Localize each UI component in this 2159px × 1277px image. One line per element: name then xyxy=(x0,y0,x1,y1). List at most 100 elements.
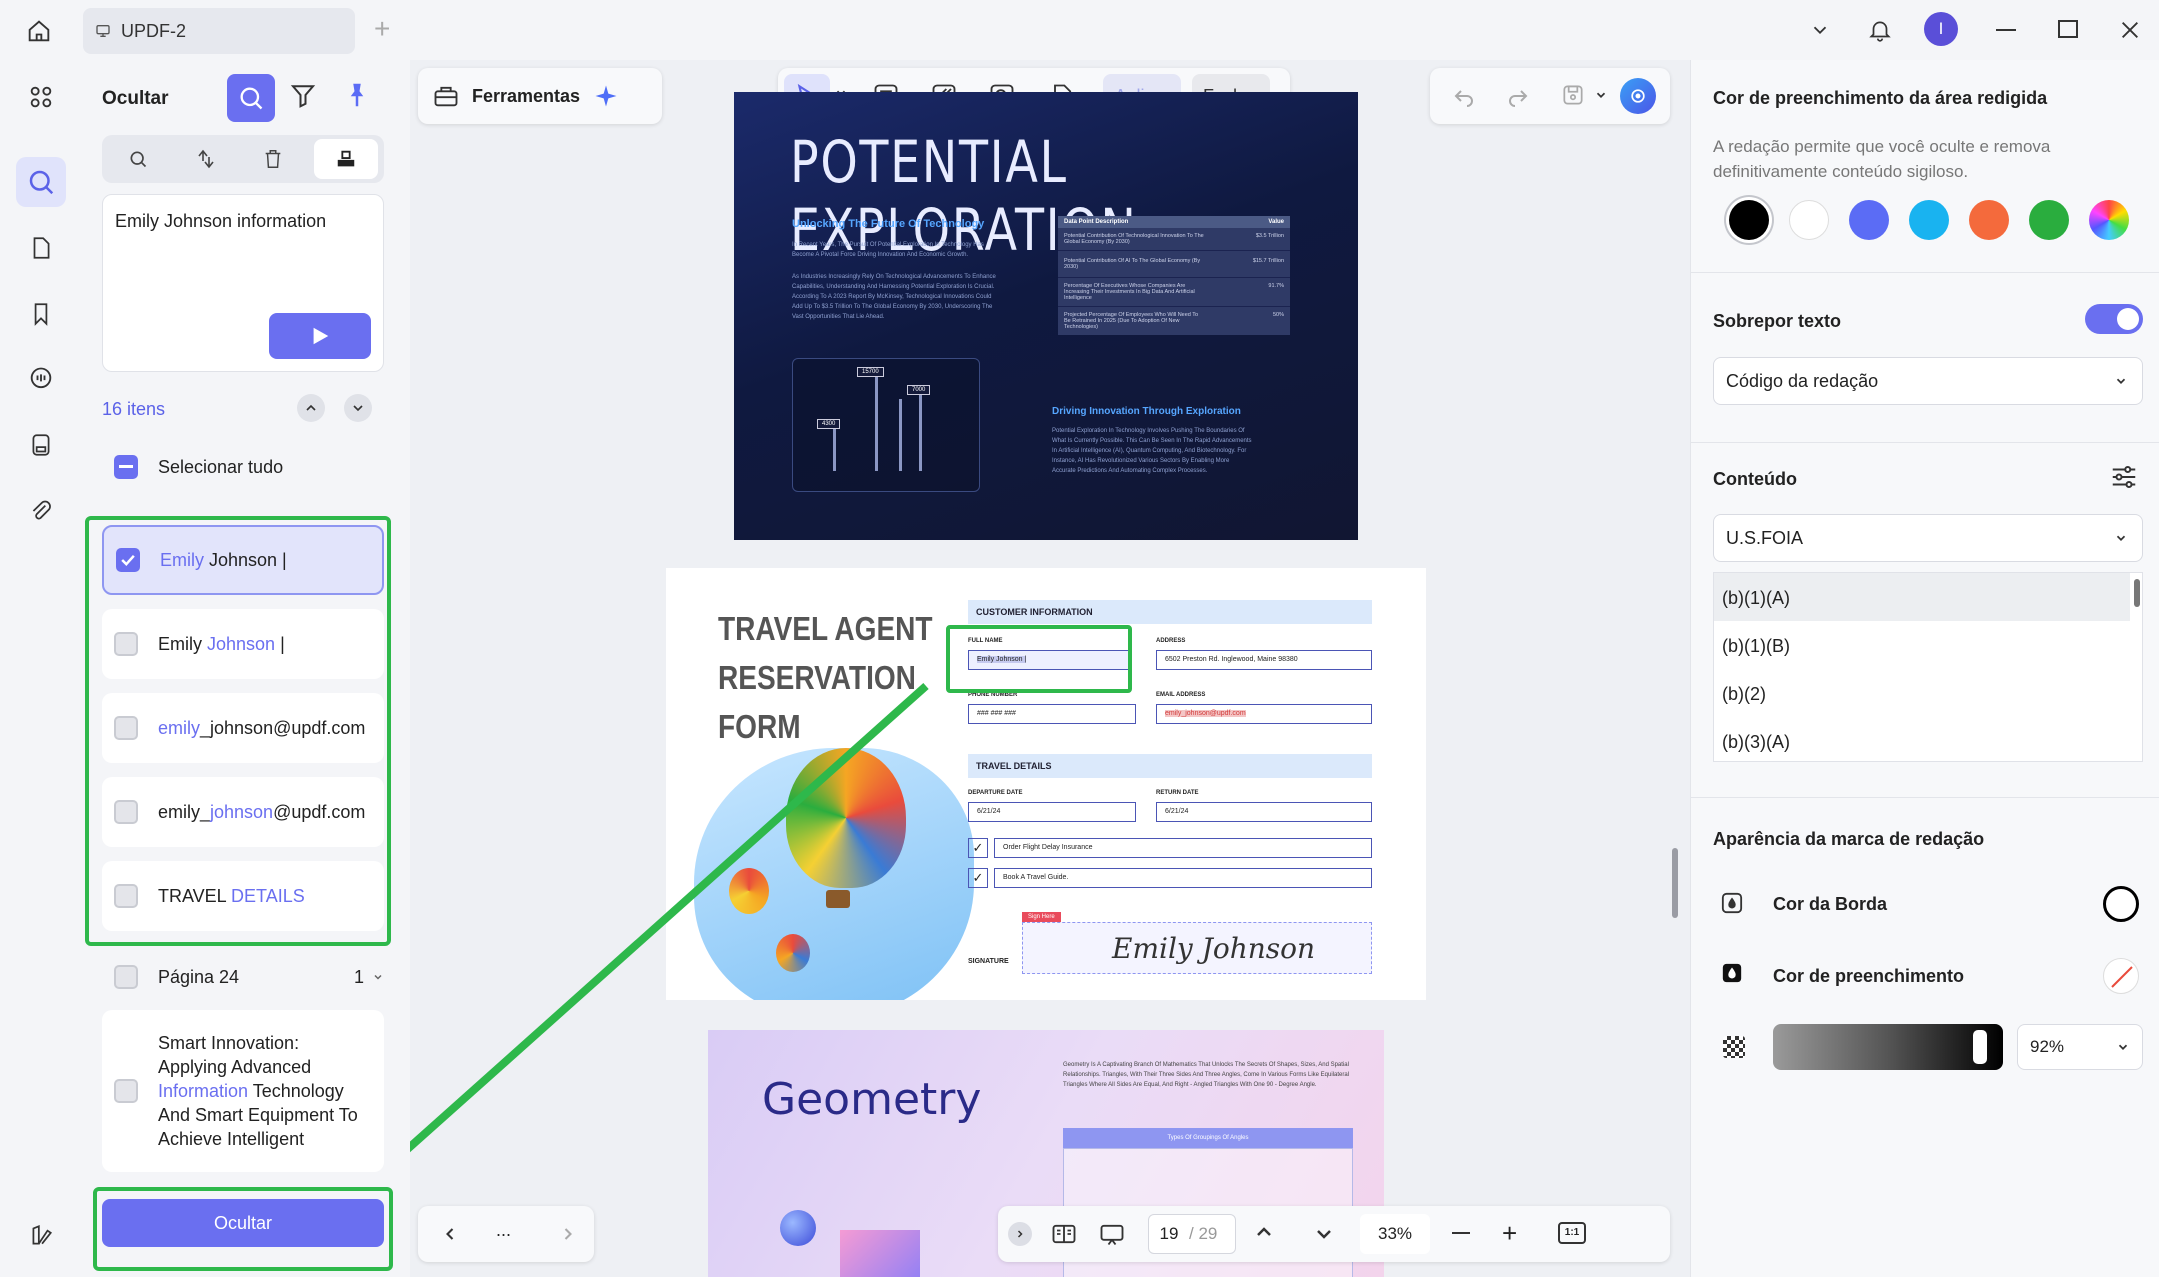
code-list-scrollbar[interactable] xyxy=(2134,579,2140,607)
bookmark-icon[interactable] xyxy=(16,289,66,339)
no-fill-color-swatch[interactable] xyxy=(2103,958,2139,994)
chevron-down-icon xyxy=(2116,378,2126,384)
page-number-box[interactable]: 19 / 29 xyxy=(1148,1214,1236,1254)
previous-result-button[interactable] xyxy=(297,394,325,422)
left-icon-rail xyxy=(0,60,80,1277)
annotation-highlight-box xyxy=(85,516,391,946)
fill-color-description: A redação permite que você oculte e remo… xyxy=(1713,137,2051,181)
next-result-button[interactable] xyxy=(344,394,372,422)
page-group-label: Página 24 xyxy=(158,966,240,987)
chevron-left-icon[interactable] xyxy=(440,1224,460,1244)
form-fields-icon[interactable] xyxy=(16,420,66,470)
collapse-toggle-icon[interactable] xyxy=(1008,1222,1032,1246)
opacity-slider-handle[interactable] xyxy=(1973,1030,1987,1064)
page-pager: ... xyxy=(418,1206,594,1262)
hide-button[interactable]: Ocultar xyxy=(102,1199,384,1247)
send-icon xyxy=(313,327,329,345)
document-canvas[interactable]: Ferramentas Aplicar Fechar POTENTIAL EXP… xyxy=(410,60,1680,1277)
code-list-item[interactable]: (b)(1)(B) xyxy=(1714,621,2130,669)
overlay-text-title: Sobrepor texto xyxy=(1713,311,1842,331)
text-search-icon[interactable] xyxy=(128,149,148,169)
search-input-text[interactable]: Emily Johnson information xyxy=(115,211,326,232)
page-group-checkbox[interactable] xyxy=(114,965,138,989)
settings-sliders-icon[interactable] xyxy=(2109,462,2139,492)
pin-icon[interactable] xyxy=(342,80,372,110)
overlay-code-value: Código da redação xyxy=(1726,370,1879,391)
search-box[interactable]: Emily Johnson information xyxy=(102,194,384,372)
canvas-scrollbar[interactable] xyxy=(1672,848,1678,918)
user-avatar[interactable]: I xyxy=(1924,12,1958,46)
fill-color-title: Cor de preenchimento da área redigida xyxy=(1713,88,2048,108)
next-page-icon[interactable] xyxy=(1312,1222,1336,1246)
border-color-swatch[interactable] xyxy=(2103,886,2139,922)
thumbnails-grid-icon[interactable] xyxy=(16,72,66,122)
chevron-down-icon xyxy=(374,974,382,980)
opacity-value: 92% xyxy=(2030,1037,2065,1056)
redaction-properties-panel: Cor de preenchimento da área redigida A … xyxy=(1690,60,2159,1277)
close-window-icon[interactable] xyxy=(2116,16,2144,44)
previous-page-icon[interactable] xyxy=(1252,1220,1276,1244)
overlay-text-toggle[interactable] xyxy=(2085,304,2143,334)
home-icon[interactable] xyxy=(22,14,56,48)
search-mode-button[interactable] xyxy=(227,74,275,122)
color-swatch-black[interactable] xyxy=(1729,200,1769,240)
result-item[interactable]: Smart Innovation: Applying Advanced Info… xyxy=(102,1010,384,1172)
content-code-list: (b)(1)(A) (b)(1)(B) (b)(2) (b)(3)(A) xyxy=(1713,572,2143,762)
search-redact-rail-icon[interactable] xyxy=(16,157,66,207)
presentation-icon[interactable] xyxy=(1098,1220,1126,1248)
color-picker-rainbow-icon[interactable] xyxy=(2089,200,2129,240)
color-swatch-white[interactable] xyxy=(1789,200,1829,240)
page-group-count: 1 xyxy=(353,966,364,987)
chevron-down-icon xyxy=(2118,1044,2128,1050)
select-all-row[interactable]: Selecionar tudo xyxy=(114,455,283,479)
more-options[interactable]: ... xyxy=(496,1220,511,1241)
select-all-checkbox[interactable] xyxy=(114,455,138,479)
opacity-select[interactable]: 92% xyxy=(2017,1024,2143,1070)
new-tab-plus-icon[interactable]: + xyxy=(374,14,390,44)
title-bar: UPDF-2 + I xyxy=(0,0,2159,60)
minimize-icon[interactable] xyxy=(1996,29,2016,31)
overlay-code-select[interactable]: Código da redação xyxy=(1713,357,2143,405)
annotation-arrow xyxy=(410,683,929,1153)
maximize-icon[interactable] xyxy=(2058,20,2078,38)
select-all-label: Selecionar tudo xyxy=(158,456,284,477)
theme-icon[interactable] xyxy=(16,1210,66,1260)
color-swatch-orange[interactable] xyxy=(1969,200,2009,240)
color-swatch-green[interactable] xyxy=(2029,200,2069,240)
code-list-item[interactable]: (b)(2) xyxy=(1714,669,2130,717)
notification-bell-icon[interactable] xyxy=(1864,14,1896,46)
page-group-row[interactable]: Página 24 1 xyxy=(114,957,384,997)
chevron-right-icon[interactable] xyxy=(558,1224,578,1244)
color-swatch-cyan[interactable] xyxy=(1909,200,1949,240)
delete-icon[interactable] xyxy=(262,147,284,171)
attachment-icon[interactable] xyxy=(16,486,66,536)
content-standard-select[interactable]: U.S.FOIA xyxy=(1713,514,2143,562)
color-swatch-blue[interactable] xyxy=(1849,200,1889,240)
send-search-button[interactable] xyxy=(269,313,371,359)
zoom-in-icon[interactable]: + xyxy=(1502,1220,1517,1246)
reading-mode-icon[interactable] xyxy=(1050,1220,1078,1248)
code-list-item[interactable]: (b)(3)(A) xyxy=(1714,717,2130,761)
bottom-navigation-bar: 19 / 29 33% + 1:1 xyxy=(998,1206,1670,1262)
border-color-drop-icon xyxy=(1721,890,1743,916)
divider xyxy=(1691,442,2159,443)
zoom-out-icon[interactable] xyxy=(1452,1232,1470,1234)
page-number-input[interactable]: 19 xyxy=(1149,1224,1189,1244)
chevron-down-icon[interactable] xyxy=(1806,16,1834,44)
content-title: Conteúdo xyxy=(1713,469,1797,489)
actual-size-icon[interactable]: 1:1 xyxy=(1558,1222,1586,1244)
page-icon[interactable] xyxy=(16,223,66,273)
result-checkbox[interactable] xyxy=(114,1079,138,1103)
comments-icon[interactable] xyxy=(16,354,66,404)
result-text: Smart Innovation: Applying Advanced Info… xyxy=(158,1033,358,1149)
filter-icon[interactable] xyxy=(288,80,318,110)
tab-monitor-icon xyxy=(95,23,111,39)
opacity-slider[interactable] xyxy=(1773,1024,2003,1070)
zoom-level[interactable]: 33% xyxy=(1360,1214,1430,1254)
appearance-title: Aparência da marca de redação xyxy=(1713,829,1985,849)
chevron-down-icon xyxy=(2116,535,2126,541)
document-tab[interactable]: UPDF-2 xyxy=(83,8,355,54)
redact-mode-button[interactable] xyxy=(314,139,378,179)
replace-icon[interactable] xyxy=(194,147,218,171)
code-list-item[interactable]: (b)(1)(A) xyxy=(1714,573,2130,621)
